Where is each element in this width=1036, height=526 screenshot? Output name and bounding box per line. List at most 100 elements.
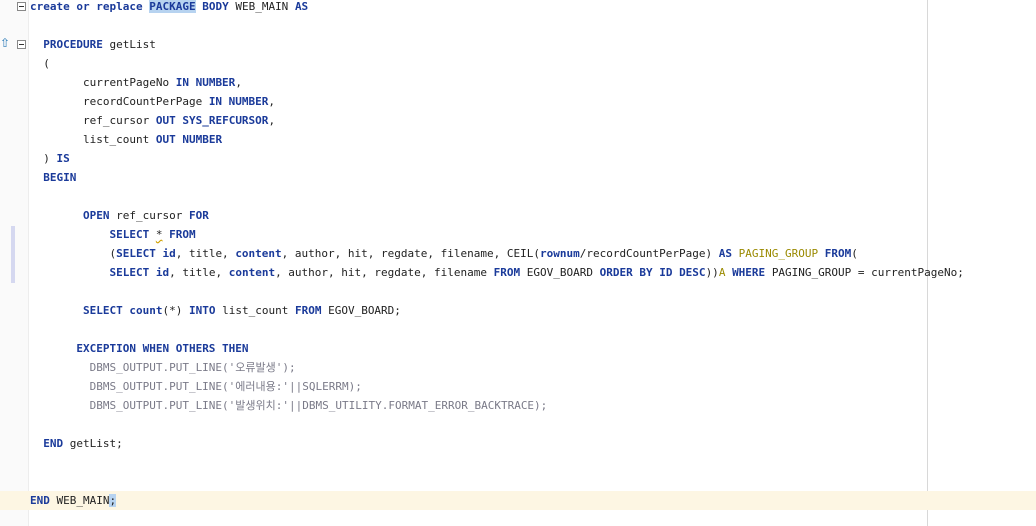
code-token: , [268, 95, 276, 108]
code-line-text: currentPageNo IN NUMBER, [30, 73, 242, 92]
code-line[interactable]: ( [0, 54, 1036, 73]
code-token: PROCEDURE [43, 38, 110, 51]
code-token: id [162, 247, 176, 260]
code-line[interactable]: DBMS_OUTPUT.PUT_LINE('에러내용:'||SQLERRM); [0, 377, 1036, 396]
code-line[interactable]: DBMS_OUTPUT.PUT_LINE('오류발생'); [0, 358, 1036, 377]
code-token: OUT NUMBER [155, 133, 223, 146]
code-token: , title, [169, 266, 229, 279]
code-line[interactable]: END getList; [0, 434, 1036, 453]
code-token: INTO [188, 304, 223, 317]
code-line[interactable]: BEGIN [0, 168, 1036, 187]
code-token: PAGING_GROUP = currentPageNo; [771, 266, 964, 279]
code-line[interactable]: PROCEDURE getList [0, 35, 1036, 54]
code-token: (*) [162, 304, 189, 317]
code-line[interactable]: EXCEPTION WHEN OTHERS THEN [0, 339, 1036, 358]
code-token: AS [294, 0, 309, 13]
code-line-text: (SELECT id, title, content, author, hit,… [30, 244, 858, 263]
code-line[interactable]: recordCountPerPage IN NUMBER, [0, 92, 1036, 111]
code-token: EGOV_BOARD [526, 266, 600, 279]
code-token: ) [30, 152, 57, 165]
code-line[interactable]: OPEN ref_cursor FOR [0, 206, 1036, 225]
code-token: recordCountPerPage [30, 95, 209, 108]
code-line-text: EXCEPTION WHEN OTHERS THEN [30, 339, 249, 358]
code-token: OUT SYS_REFCURSOR [155, 114, 269, 127]
code-token: currentPageNo [30, 76, 176, 89]
code-line-text: SELECT * FROM [30, 225, 196, 244]
code-token: , author, hit, regdate, filename, CEIL( [281, 247, 540, 260]
code-token: FROM [493, 266, 527, 279]
code-line[interactable] [0, 16, 1036, 35]
code-token: ( [851, 247, 858, 260]
code-line[interactable]: SELECT * FROM [0, 225, 1036, 244]
code-line[interactable]: SELECT count(*) INTO list_count FROM EGO… [0, 301, 1036, 320]
code-token: DBMS_OUTPUT.PUT_LINE('오류발생'); [30, 361, 296, 374]
code-line[interactable]: SELECT id, title, content, author, hit, … [0, 263, 1036, 282]
code-token: FOR [188, 209, 209, 222]
code-token: FROM [294, 304, 329, 317]
code-token: , [268, 114, 276, 127]
code-token: WEB_MAIN [235, 0, 295, 13]
code-token: content [228, 266, 276, 279]
code-token: EXCEPTION WHEN OTHERS THEN [76, 342, 249, 355]
code-line[interactable] [0, 453, 1036, 472]
code-line-text: ref_cursor OUT SYS_REFCURSOR, [30, 111, 275, 130]
code-token: DBMS_OUTPUT.PUT_LINE('에러내용:'||SQLERRM); [30, 380, 362, 393]
code-token: AS [718, 247, 739, 260]
code-token: IS [56, 152, 70, 165]
code-token: , title, [175, 247, 236, 260]
code-token: FROM [169, 228, 196, 241]
code-token: ( [30, 57, 50, 70]
code-line[interactable] [0, 472, 1036, 491]
code-line-text: END getList; [30, 434, 123, 453]
code-token: create or replace [30, 0, 150, 13]
code-token: END [43, 437, 70, 450]
code-line-text: ) IS [30, 149, 70, 168]
code-token: SELECT [109, 228, 156, 241]
code-token: id [155, 266, 170, 279]
code-line[interactable]: ref_cursor OUT SYS_REFCURSOR, [0, 111, 1036, 130]
code-line[interactable] [0, 320, 1036, 339]
code-line[interactable] [0, 282, 1036, 301]
code-token: list_count [30, 133, 156, 146]
code-token: , author, hit, regdate, filename [275, 266, 494, 279]
code-token: A [718, 266, 733, 279]
code-line[interactable]: END WEB_MAIN; [0, 491, 1036, 510]
code-line[interactable]: currentPageNo IN NUMBER, [0, 73, 1036, 92]
code-token: OPEN [82, 209, 117, 222]
code-line-text: BEGIN [30, 168, 76, 187]
code-token: IN NUMBER [208, 95, 269, 108]
code-token: PAGING_GROUP [738, 247, 825, 260]
code-line[interactable]: ) IS [0, 149, 1036, 168]
code-token: PACKAGE [149, 0, 196, 13]
code-line-text: SELECT id, title, content, author, hit, … [30, 263, 964, 282]
code-token: END [30, 494, 57, 507]
code-line[interactable]: (SELECT id, title, content, author, hit,… [0, 244, 1036, 263]
code-line-text: SELECT count(*) INTO list_count FROM EGO… [30, 301, 401, 320]
code-token: WEB_MAIN [56, 494, 110, 507]
code-token: ( [30, 247, 117, 260]
code-line[interactable]: DBMS_OUTPUT.PUT_LINE('발생위치:'||DBMS_UTILI… [0, 396, 1036, 415]
code-token: ref_cursor [116, 209, 189, 222]
code-line-text: ( [30, 54, 50, 73]
code-token: list_count [222, 304, 295, 317]
code-token: getList; [69, 437, 123, 450]
code-line[interactable] [0, 187, 1036, 206]
code-line[interactable] [0, 415, 1036, 434]
code-line[interactable]: create or replace PACKAGE BODY WEB_MAIN … [0, 0, 1036, 16]
code-line-text: OPEN ref_cursor FOR [30, 206, 209, 225]
code-token: rownum [539, 247, 580, 260]
code-token: IN NUMBER [175, 76, 236, 89]
code-token: BEGIN [43, 171, 77, 184]
code-token: /recordCountPerPage) [579, 247, 719, 260]
code-line-text: DBMS_OUTPUT.PUT_LINE('에러내용:'||SQLERRM); [30, 377, 362, 396]
code-line-text: PROCEDURE getList [30, 35, 156, 54]
code-line[interactable]: list_count OUT NUMBER [0, 130, 1036, 149]
code-token: content [235, 247, 282, 260]
code-token: )) [705, 266, 719, 279]
